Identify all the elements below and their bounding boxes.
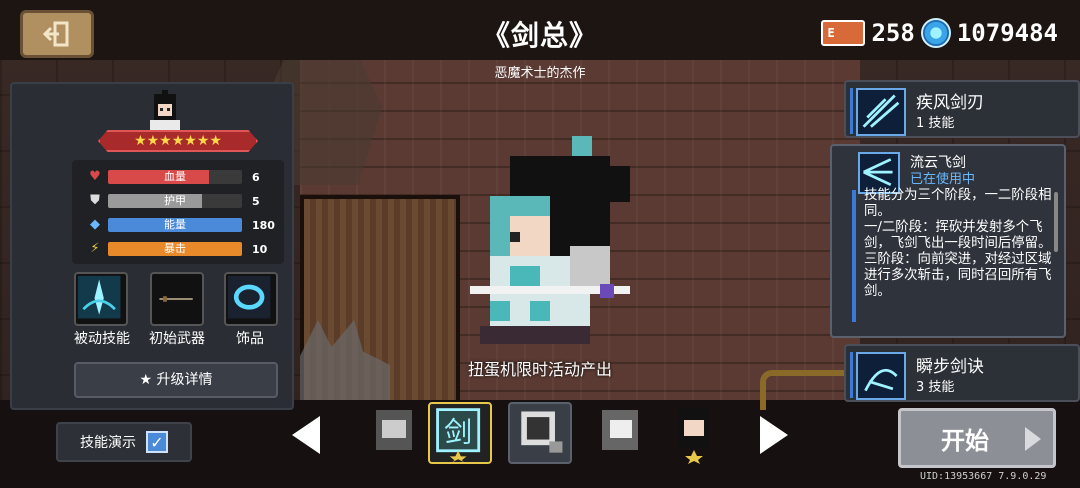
passive-skill-slot[interactable] bbox=[74, 272, 128, 326]
hp-label: 血量 bbox=[164, 170, 186, 183]
character-sprite bbox=[470, 136, 630, 344]
uid-version-text: UID:13953667 7.9.0.29 bbox=[920, 471, 1047, 482]
skill-card-1[interactable]: 疾风剑刃 1 技能 bbox=[844, 80, 1080, 138]
skill-1-name: 疾风剑刃 bbox=[916, 93, 984, 113]
energy-icon: E bbox=[821, 20, 866, 46]
skill-2-status: 已在使用中 bbox=[910, 172, 976, 187]
crit-value: 10 bbox=[252, 242, 268, 256]
energy-bar: 能量 bbox=[108, 218, 242, 232]
gem-count: 1079484 bbox=[956, 19, 1058, 47]
skin-thumb-1[interactable] bbox=[362, 402, 426, 464]
desc-scrollbar[interactable] bbox=[1054, 192, 1058, 252]
skill-2-description: 技能分为三个阶段，一二阶段相同。 一/二阶段：挥砍并发射多个飞剑，飞剑飞出一段时… bbox=[864, 188, 1052, 299]
hp-bar: 血量 bbox=[108, 170, 242, 184]
sword-weapon-icon bbox=[159, 296, 193, 302]
stat-row-armor: ⛊ 护甲 5 bbox=[88, 192, 278, 210]
character-stats-panel: ★★★★★★★ ♥ 血量 6 ⛊ 护甲 5 ◆ 能量 180 ⚡ 暴击 10 被… bbox=[10, 82, 294, 410]
energy-value: 180 bbox=[252, 218, 275, 232]
armor-bar: 护甲 bbox=[108, 194, 242, 208]
passive-skill-icon bbox=[77, 275, 121, 319]
skill-3-name: 瞬步剑诀 bbox=[916, 357, 984, 377]
sword-glyph-icon: 剑 bbox=[436, 408, 481, 462]
page-title: 《剑总》 bbox=[481, 19, 598, 52]
exit-door-icon bbox=[42, 21, 69, 47]
energy-crystal-icon: ◆ bbox=[90, 217, 100, 232]
wind-blade-skill-icon bbox=[856, 88, 906, 136]
play-arrow-icon bbox=[1025, 427, 1041, 451]
gacha-source-text: 扭蛋机限时活动产出 bbox=[467, 360, 612, 379]
crit-bar: 暴击 bbox=[108, 242, 242, 256]
skill-demo-toggle[interactable]: 技能演示 ✓ bbox=[56, 422, 192, 462]
stat-row-crit: ⚡ 暴击 10 bbox=[88, 240, 278, 258]
prev-skin-arrow[interactable] bbox=[292, 416, 322, 454]
back-button[interactable] bbox=[20, 10, 94, 58]
ring-accessory-icon bbox=[227, 275, 271, 319]
start-label: 开始 bbox=[941, 426, 989, 455]
skin-portrait-4 bbox=[602, 410, 638, 450]
initial-weapon-slot[interactable] bbox=[150, 272, 204, 326]
character-portrait bbox=[150, 90, 180, 132]
skin-thumb-2-selected[interactable]: 剑 bbox=[428, 402, 492, 464]
skill-card-3[interactable]: 瞬步剑诀 3 技能 bbox=[844, 344, 1080, 402]
crit-icon: ⚡ bbox=[90, 241, 100, 256]
skin-thumb-5[interactable] bbox=[662, 402, 726, 464]
gem-icon bbox=[920, 18, 951, 48]
upgrade-details-button[interactable]: ★ 升级详情 bbox=[74, 362, 278, 398]
start-button[interactable]: 开始 bbox=[898, 408, 1056, 468]
lock-icon bbox=[521, 411, 563, 453]
heart-icon: ♥ bbox=[89, 169, 101, 184]
skin-portrait-5 bbox=[678, 408, 710, 464]
card-accent-bar bbox=[850, 88, 853, 134]
accessory-slot[interactable] bbox=[224, 272, 278, 326]
hp-value: 6 bbox=[252, 170, 260, 184]
energy-count: 258 bbox=[871, 19, 915, 47]
svg-text:剑: 剑 bbox=[444, 415, 472, 448]
passive-skill-label: 被动技能 bbox=[74, 331, 130, 347]
stat-row-hp: ♥ 血量 6 bbox=[88, 168, 278, 186]
checkmark-icon: ✓ bbox=[150, 432, 164, 452]
skill-1-sub: 1 技能 bbox=[916, 116, 955, 131]
skill-demo-label: 技能演示 bbox=[80, 435, 136, 451]
skin-thumb-4-locked[interactable] bbox=[588, 402, 652, 464]
page-subtitle: 恶魔术士的杰作 bbox=[494, 66, 586, 81]
skill-card-2-active[interactable]: 流云飞剑 已在使用中 技能分为三个阶段，一二阶段相同。 一/二阶段：挥砍并发射多… bbox=[830, 144, 1066, 338]
stats-box: ♥ 血量 6 ⛊ 护甲 5 ◆ 能量 180 ⚡ 暴击 10 bbox=[72, 160, 284, 264]
currency-display: E 258 1079484 bbox=[821, 18, 1058, 48]
shield-icon: ⛊ bbox=[90, 193, 100, 208]
initial-weapon-label: 初始武器 bbox=[149, 331, 205, 347]
skin-portrait-1 bbox=[376, 410, 412, 450]
armor-label: 护甲 bbox=[164, 194, 186, 207]
card-accent-bar bbox=[850, 352, 853, 398]
armor-value: 5 bbox=[252, 194, 260, 208]
skill-3-sub: 3 技能 bbox=[916, 380, 955, 395]
skill-demo-checkbox[interactable]: ✓ bbox=[146, 431, 168, 453]
stat-row-energy: ◆ 能量 180 bbox=[88, 216, 278, 234]
next-skin-arrow[interactable] bbox=[758, 416, 788, 454]
skin-thumb-3-locked[interactable] bbox=[508, 402, 572, 464]
crit-label: 暴击 bbox=[164, 242, 186, 255]
accessory-label: 饰品 bbox=[236, 331, 264, 347]
swift-step-skill-icon bbox=[856, 352, 906, 400]
energy-label: 能量 bbox=[164, 218, 186, 231]
star-rating: ★★★★★★★ bbox=[98, 130, 258, 152]
desc-accent-bar bbox=[852, 190, 856, 322]
